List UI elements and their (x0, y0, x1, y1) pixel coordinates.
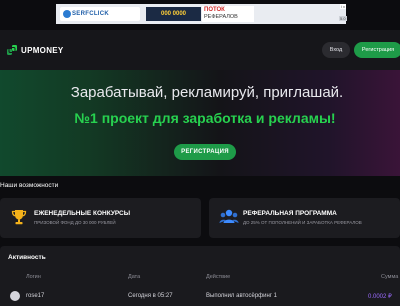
column-header-date: Дата (128, 274, 141, 280)
banner-logo-icon (63, 10, 71, 18)
hero-section: Зарабатывай, рекламируй, приглашай. №1 п… (0, 70, 400, 176)
hero-subtitle: №1 проект для заработка и рекламы! (74, 110, 336, 126)
logo-icon (7, 45, 17, 55)
site-header: UPMONEY Вход Регистрация (0, 30, 400, 70)
hero-title: Зарабатывай, рекламируй, приглашай. (70, 84, 344, 101)
banner-badge: 5.0 (339, 16, 347, 21)
column-header-amount: Сумма (381, 274, 399, 280)
feature-title: ЕЖЕНЕДЕЛЬНЫЕ КОНКУРСЫ (34, 210, 131, 217)
feature-desc: ПРИЗОВОЙ ФОНД ДО 30 000 РУБЛЕЙ (34, 220, 116, 225)
column-header-login: Логин (26, 274, 41, 280)
banner-promo: ПОТОК РЕФЕРАЛОВ (202, 6, 254, 22)
features-title: Наши возможности (0, 182, 59, 189)
column-header-action: Действие (206, 274, 231, 280)
row-amount: 0.0002 ₽ (368, 294, 392, 300)
feature-desc: ДО 25% ОТ ПОПОЛНЕНИЙ И ЗАРАБОТКА РЕФЕРАЛ… (243, 220, 362, 225)
hero-register-button[interactable]: РЕГИСТРАЦИЯ (174, 144, 236, 160)
table-row: rose17 Сегодня в 05:27 Выполнил автосёрф… (0, 290, 400, 306)
register-button[interactable]: Регистрация (354, 42, 400, 58)
ad-close-icon[interactable]: i x (340, 4, 346, 9)
feature-card-contests[interactable]: ЕЖЕНЕДЕЛЬНЫЕ КОНКУРСЫ ПРИЗОВОЙ ФОНД ДО 3… (0, 198, 201, 238)
banner-promo-sub: РЕФЕРАЛОВ (204, 14, 238, 20)
logo-text: UPMONEY (21, 45, 64, 55)
row-date: Сегодня в 05:27 (128, 293, 173, 299)
login-button[interactable]: Вход (322, 42, 350, 58)
activity-panel: Активность Логин Дата Действие Сумма ros… (0, 246, 400, 306)
row-action: Выполнил автосёрфинг 1 (206, 293, 277, 299)
banner-logo: SERFCLICK (60, 7, 140, 21)
users-icon (219, 209, 239, 223)
site-logo[interactable]: UPMONEY (6, 44, 64, 56)
activity-title: Активность (8, 254, 46, 261)
feature-title: РЕФЕРАЛЬНАЯ ПРОГРАММА (243, 210, 337, 217)
row-login[interactable]: rose17 (26, 293, 44, 299)
banner-counter: 000 0000 (146, 7, 201, 21)
banner-logo-text: SERFCLICK (72, 11, 110, 17)
trophy-icon (11, 210, 27, 225)
feature-card-referral[interactable]: РЕФЕРАЛЬНАЯ ПРОГРАММА ДО 25% ОТ ПОПОЛНЕН… (209, 198, 400, 238)
banner-promo-title: ПОТОК (204, 7, 225, 13)
ad-banner[interactable]: SERFCLICK 000 0000 ПОТОК РЕФЕРАЛОВ i x (56, 4, 346, 24)
